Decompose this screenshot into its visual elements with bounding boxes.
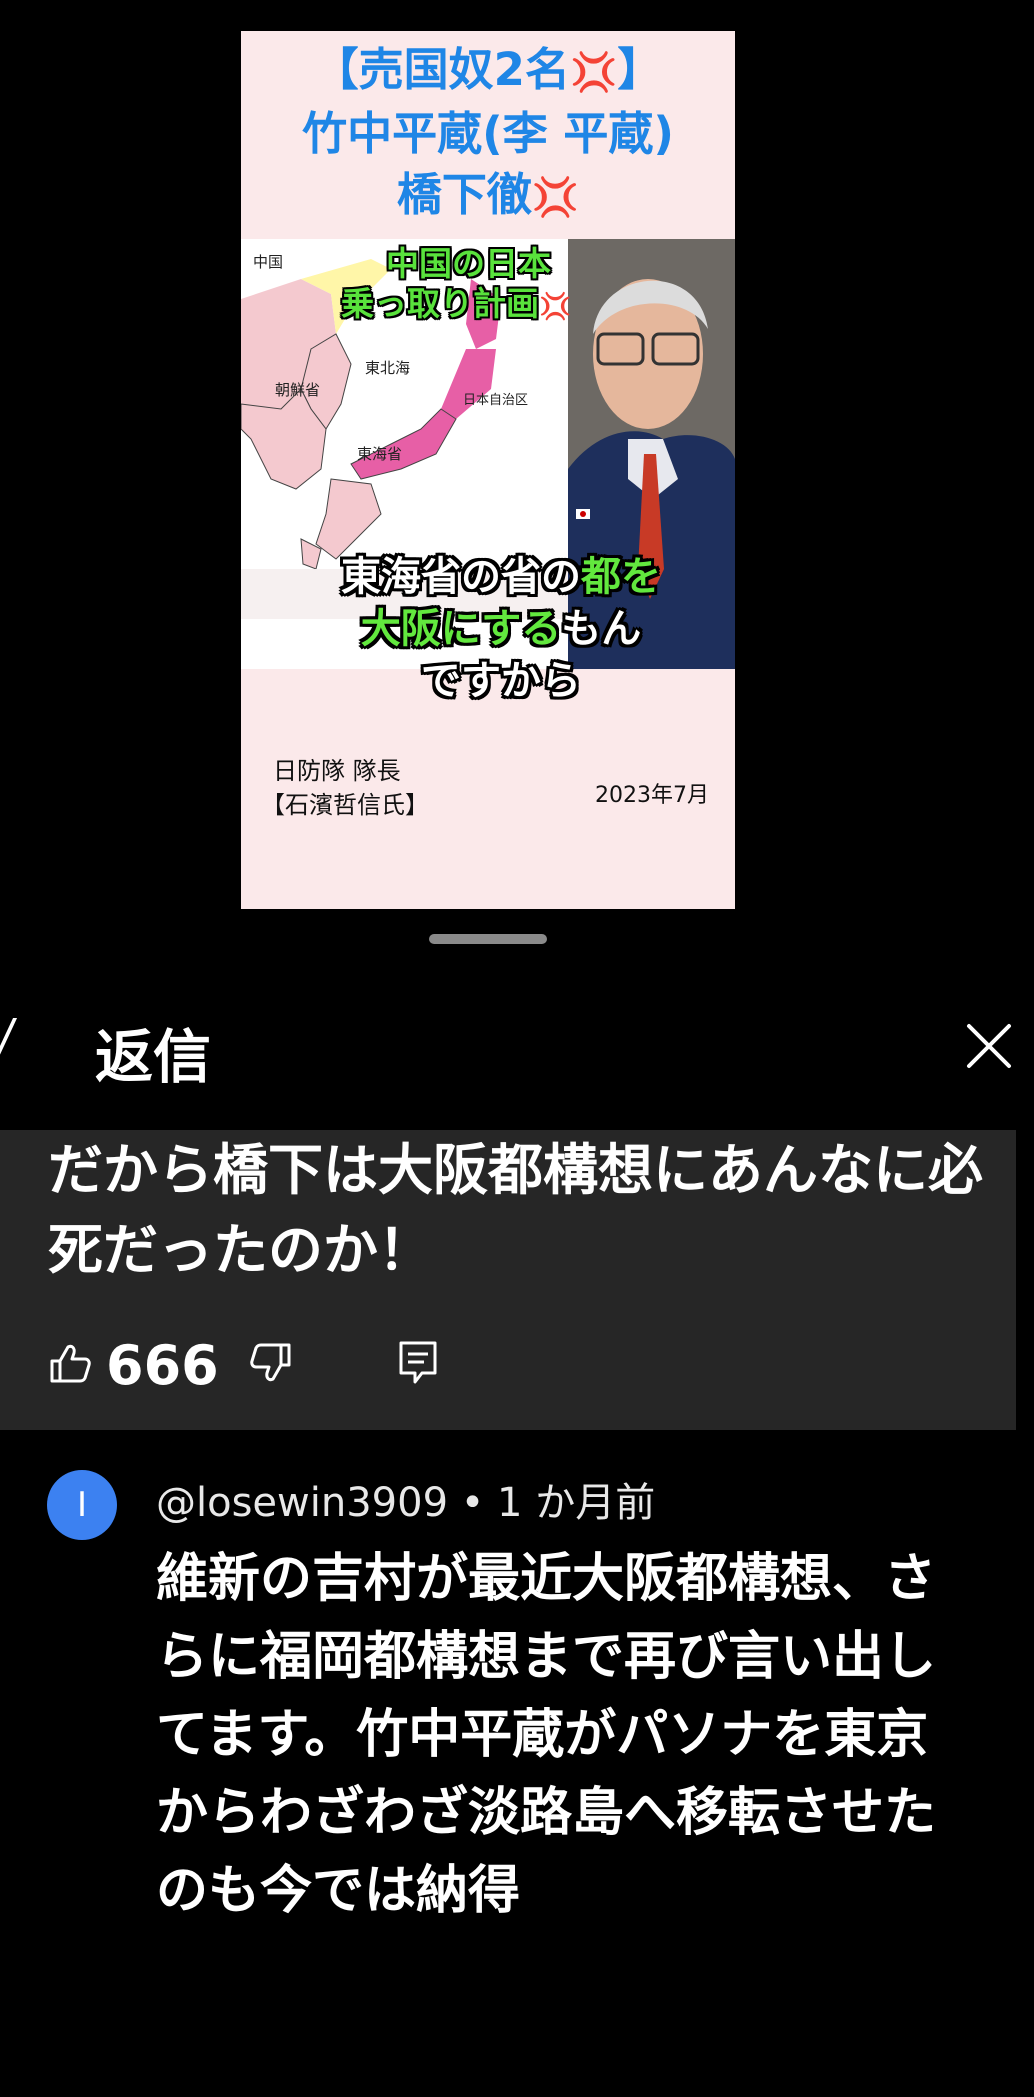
subtitle-line1: 東海省の省の都を: [341, 554, 661, 600]
reply-comment-text: 維新の吉村が最近大阪都構想、さらに福岡都構想まで再び言い出してます。竹中平蔵がパ…: [156, 1549, 937, 1921]
comment-author[interactable]: @losewin3909: [156, 1480, 448, 1526]
angry-icon: 💢: [569, 50, 618, 94]
plan-caption-line1: 中国の日本: [386, 244, 551, 283]
parent-comment-text: だから橋下は大阪都構想にあんなに必死だったのか！: [48, 1138, 984, 1282]
like-count: 666: [106, 1333, 219, 1397]
angry-icon: 💢: [539, 292, 572, 322]
drag-handle[interactable]: [429, 934, 547, 944]
map-label-korea: 朝鮮省: [275, 381, 321, 399]
video-thumbnail[interactable]: 【売国奴2名💢】 竹中平蔵(李 平蔵) 橋下徹💢 中国 東北海 朝鮮省 日本自治…: [241, 31, 735, 909]
close-button[interactable]: [963, 1020, 1015, 1072]
comment-time: • 1 か月前: [460, 1480, 656, 1526]
thumbs-down-icon: [249, 1343, 291, 1382]
like-button[interactable]: [48, 1341, 92, 1389]
comment-icon: [399, 1341, 437, 1384]
map-label-east-sea: 東海省: [357, 445, 403, 463]
footer-name: 【石濱哲信氏】: [261, 791, 429, 819]
plan-caption-line2: 乗っ取り計画💢: [341, 284, 572, 323]
subtitle-line3: ですから: [421, 658, 581, 704]
comment-actions: 666: [48, 1330, 438, 1400]
thumbs-up-icon: [50, 1344, 91, 1383]
comment-meta: @losewin3909 • 1 か月前: [156, 1470, 655, 1528]
video-title: 【売国奴2名💢】 竹中平蔵(李 平蔵) 橋下徹💢: [302, 43, 674, 221]
map-label-east-north-sea: 東北海: [365, 359, 411, 377]
parent-comment: だから橋下は大阪都構想にあんなに必死だったのか！ 666: [0, 1130, 1016, 1430]
map-label-china: 中国: [253, 253, 284, 271]
sheet-title: 返信: [95, 1023, 212, 1091]
close-icon: [967, 1024, 1011, 1068]
angry-icon: 💢: [531, 175, 580, 219]
video-date: 2023年7月: [595, 783, 709, 808]
map-label-japan-region: 日本自治区: [463, 393, 529, 408]
avatar[interactable]: I: [47, 1470, 117, 1540]
dislike-button[interactable]: [249, 1341, 293, 1389]
footer-title: 日防隊 隊長: [273, 757, 401, 785]
reply-button[interactable]: [398, 1340, 438, 1390]
back-arrow-icon[interactable]: [0, 1018, 18, 1074]
subtitle-line2: 大阪にするもん: [360, 606, 642, 652]
